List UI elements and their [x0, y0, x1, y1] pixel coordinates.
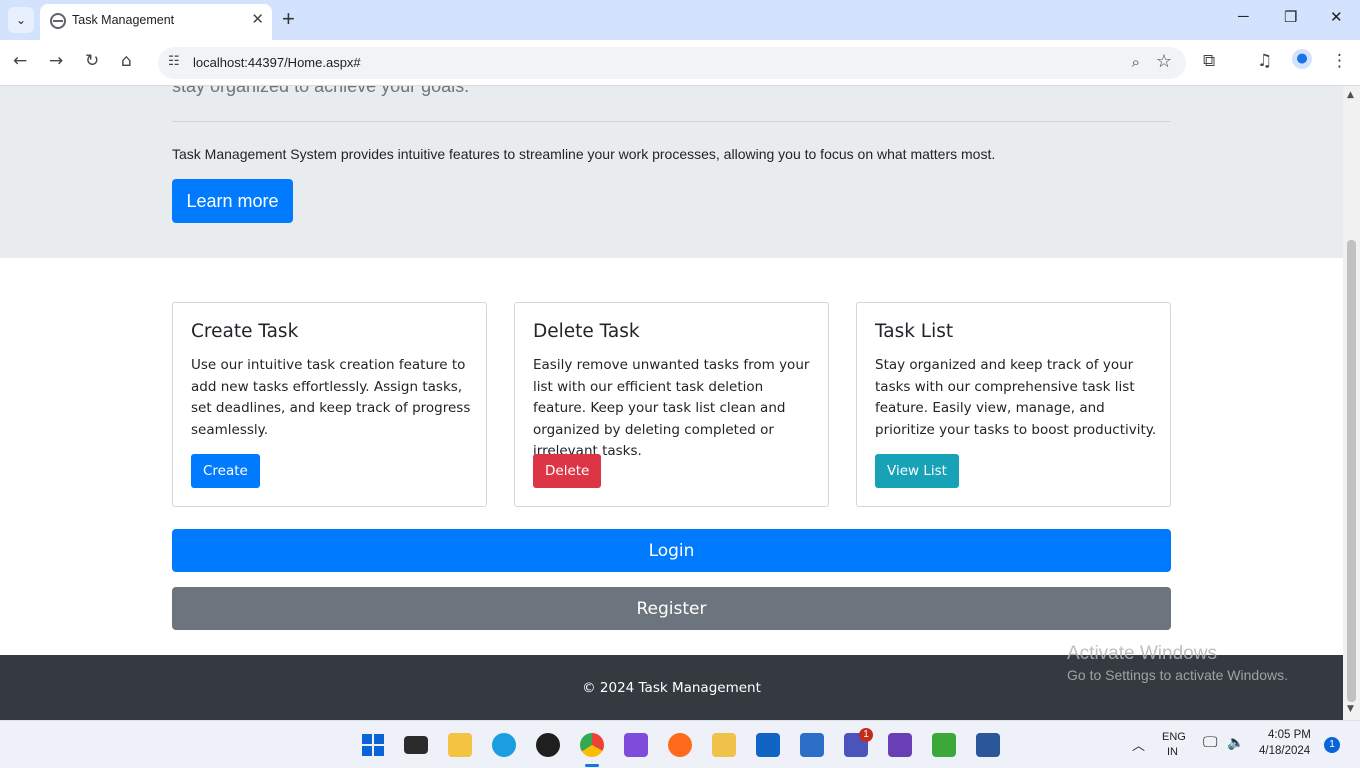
jumbotron-divider [172, 121, 1171, 122]
paint-tools-icon[interactable] [712, 733, 736, 757]
notification-count-badge[interactable]: 1 [1324, 737, 1340, 753]
restore-button[interactable]: ❐ [1284, 8, 1297, 26]
login-button[interactable]: Login [172, 529, 1171, 572]
watermark-subtitle: Go to Settings to activate Windows. [1067, 667, 1288, 683]
vertical-scrollbar[interactable]: ▲ ▼ [1343, 86, 1360, 720]
file-explorer-icon[interactable] [448, 733, 472, 757]
delete-button[interactable]: Delete [533, 454, 602, 488]
tab-close-icon[interactable]: ✕ [251, 10, 264, 28]
forward-arrow-icon[interactable]: → [49, 51, 63, 71]
jumbotron: stay organized to achieve your goals. Ta… [0, 86, 1343, 258]
zoom-icon[interactable]: ⌕ [1132, 53, 1140, 71]
site-info-icon[interactable]: ☷ [168, 54, 180, 69]
language-code[interactable]: ENG [1162, 731, 1186, 743]
profile-avatar-icon[interactable]: ● [1292, 49, 1312, 69]
activate-windows-watermark: Activate Windows Go to Settings to activ… [1067, 643, 1288, 683]
card-delete-task: Delete Task Easily remove unwanted tasks… [514, 302, 829, 507]
jumbotron-lead: stay organized to achieve your goals. [172, 86, 470, 96]
scroll-up-arrow-icon[interactable]: ▲ [1347, 90, 1354, 100]
active-app-indicator [585, 764, 599, 767]
card-text: Easily remove unwanted tasks from your l… [533, 357, 810, 460]
tab-search-button[interactable]: ⌄ [8, 7, 34, 33]
globe-icon [50, 13, 66, 29]
notepad-icon[interactable] [800, 733, 824, 757]
url-text: localhost:44397/Home.aspx# [193, 55, 361, 70]
bookmark-star-icon[interactable]: ☆ [1156, 51, 1172, 72]
extensions-icon[interactable]: ⧉ [1203, 51, 1215, 71]
browser-toolbar: ← → ↻ ⌂ ☷ localhost:44397/Home.aspx# ⌕ ☆… [0, 40, 1360, 86]
network-icon[interactable]: 🖵 [1203, 734, 1217, 751]
language-region[interactable]: IN [1167, 746, 1178, 758]
card-title: Task List [875, 321, 954, 342]
reload-icon[interactable]: ↻ [85, 51, 99, 71]
chrome-icon[interactable] [580, 733, 604, 757]
card-text: Use our intuitive task creation feature … [191, 357, 471, 438]
watermark-title: Activate Windows [1067, 643, 1217, 664]
back-arrow-icon[interactable]: ← [13, 51, 27, 71]
outlook-icon[interactable] [756, 733, 780, 757]
media-control-icon[interactable]: ♫ [1257, 51, 1272, 71]
menu-kebab-icon[interactable]: ⋮ [1331, 51, 1348, 71]
scroll-down-arrow-icon[interactable]: ▼ [1347, 704, 1354, 714]
visual-studio-preview-icon[interactable] [624, 733, 648, 757]
new-tab-button[interactable]: + [282, 6, 295, 32]
home-icon[interactable]: ⌂ [121, 51, 132, 71]
tab-title: Task Management [72, 13, 175, 27]
chevron-up-icon[interactable]: ︿ [1132, 735, 1145, 754]
notepadpp-icon[interactable] [932, 733, 956, 757]
card-create-task: Create Task Use our intuitive task creat… [172, 302, 487, 507]
start-windows-icon[interactable] [361, 733, 385, 757]
window-close-button[interactable]: ✕ [1330, 8, 1343, 26]
card-text: Stay organized and keep track of your ta… [875, 357, 1157, 438]
scrollbar-thumb[interactable] [1347, 240, 1356, 702]
visual-studio-icon[interactable] [888, 733, 912, 757]
learn-more-button[interactable]: Learn more [172, 179, 293, 223]
teams-notification-badge: 1 [859, 728, 873, 742]
clock-time[interactable]: 4:05 PM [1268, 729, 1311, 741]
address-bar[interactable]: ☷ localhost:44397/Home.aspx# ⌕ ☆ [158, 47, 1186, 79]
view-list-button[interactable]: View List [875, 454, 959, 488]
browser-tab-strip: ⌄ Task Management ✕ + ─ ❐ ✕ [0, 0, 1360, 40]
minimize-button[interactable]: ─ [1238, 8, 1249, 25]
github-desktop-icon[interactable] [536, 733, 560, 757]
firefox-icon[interactable] [668, 733, 692, 757]
volume-icon[interactable]: 🔈 [1227, 734, 1244, 751]
register-button[interactable]: Register [172, 587, 1171, 630]
browser-tab[interactable]: Task Management ✕ [40, 4, 272, 40]
clock-date[interactable]: 4/18/2024 [1259, 745, 1310, 757]
card-task-list: Task List Stay organized and keep track … [856, 302, 1171, 507]
chevron-down-icon: ⌄ [15, 13, 27, 27]
jumbotron-text: Task Management System provides intuitiv… [172, 146, 996, 162]
task-view-icon[interactable] [404, 736, 428, 754]
card-title: Create Task [191, 321, 299, 342]
windows-taskbar: 1 ︿ ENG IN 🖵 🔈 4:05 PM 4/18/2024 1 [0, 720, 1360, 768]
create-button[interactable]: Create [191, 454, 260, 488]
page-viewport: stay organized to achieve your goals. Ta… [0, 86, 1343, 720]
word-icon[interactable] [976, 733, 1000, 757]
card-title: Delete Task [533, 321, 640, 342]
edge-browser-icon[interactable] [492, 733, 516, 757]
